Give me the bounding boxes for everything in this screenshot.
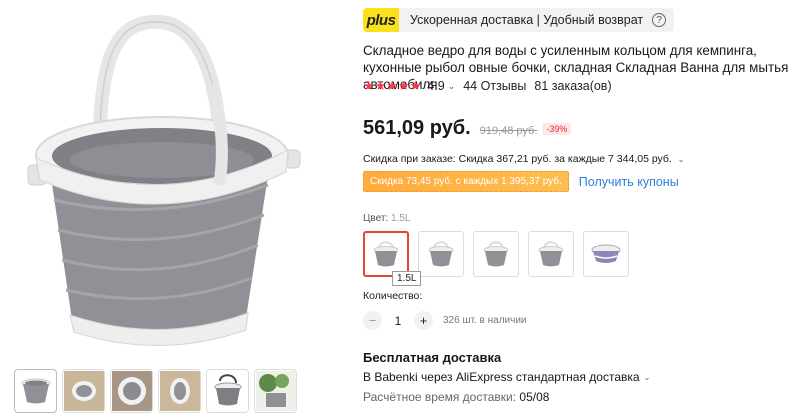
quantity-label: Количество: (363, 290, 423, 302)
star-rating-icon: ★★★★★ (363, 78, 422, 93)
quantity-plus-button[interactable]: + (414, 311, 433, 330)
plus-logo: plus (363, 8, 399, 32)
help-icon[interactable]: ? (652, 13, 667, 27)
shipping-method-text: В Babenki через AliExpress стандартная д… (363, 370, 640, 384)
delivery-estimate: Расчётное время доставки: 05/08 (363, 390, 549, 404)
quantity-stepper: − 1 + 326 шт. в наличии (363, 311, 527, 330)
price-row: 561,09 руб. 919,48 руб. -39% (363, 117, 572, 140)
thumbnail-4[interactable] (158, 369, 201, 413)
main-product-image[interactable] (0, 0, 340, 362)
coupon-row: Скидка 73,45 руб. с каждых 1 395,37 руб.… (363, 171, 679, 192)
chevron-down-icon[interactable]: ⌄ (448, 81, 456, 92)
delivery-label: Расчётное время доставки: (363, 390, 517, 404)
chevron-down-icon[interactable]: ⌄ (644, 373, 651, 382)
chevron-down-icon[interactable]: ⌄ (678, 155, 685, 164)
color-label-text: Цвет: (363, 213, 389, 224)
orders-count: 81 заказа(ов) (534, 79, 612, 93)
plus-benefits-text: Ускоренная доставка | Удобный возврат (410, 13, 644, 27)
reviews-link[interactable]: 44 Отзывы (463, 79, 526, 93)
thumbnail-5[interactable] (206, 369, 249, 413)
get-coupons-link[interactable]: Получить купоны (579, 175, 679, 189)
current-price: 561,09 руб. (363, 117, 471, 139)
shipping-method[interactable]: В Babenki через AliExpress стандартная д… (363, 370, 650, 384)
shipping-title: Бесплатная доставка (363, 350, 502, 365)
stock-count: 326 шт. в наличии (443, 315, 527, 326)
color-label: Цвет: 1.5L (363, 213, 410, 224)
plus-banner[interactable]: plus Ускоренная доставка | Удобный возвр… (363, 8, 675, 32)
order-discount-info[interactable]: Скидка при заказе: Скидка 367,21 руб. за… (363, 153, 684, 165)
rating-value[interactable]: 4.9 (427, 79, 444, 93)
color-selected-value: 1.5L (390, 213, 411, 224)
variant-option-4[interactable] (528, 231, 574, 277)
discount-badge: -39% (542, 123, 572, 135)
thumbnail-6[interactable] (254, 369, 297, 413)
quantity-input[interactable]: 1 (382, 314, 414, 328)
thumbnail-3[interactable] (110, 369, 153, 413)
thumbnail-1[interactable] (14, 369, 57, 413)
variant-tooltip: 1.5L (392, 271, 422, 286)
order-discount-text: Скидка при заказе: Скидка 367,21 руб. за… (363, 153, 672, 165)
quantity-minus-button[interactable]: − (363, 311, 382, 330)
variant-option-2[interactable] (418, 231, 464, 277)
variant-option-5[interactable] (583, 231, 629, 277)
thumbnail-2[interactable] (62, 369, 105, 413)
thumbnail-strip (14, 369, 297, 413)
old-price: 919,48 руб. (479, 125, 538, 137)
rating-row: ★★★★★ 4.9 ⌄ 44 Отзывы 81 заказа(ов) (363, 78, 612, 94)
delivery-date: 05/08 (519, 390, 550, 404)
coupon-badge[interactable]: Скидка 73,45 руб. с каждых 1 395,37 руб. (363, 171, 569, 192)
variant-option-3[interactable] (473, 231, 519, 277)
